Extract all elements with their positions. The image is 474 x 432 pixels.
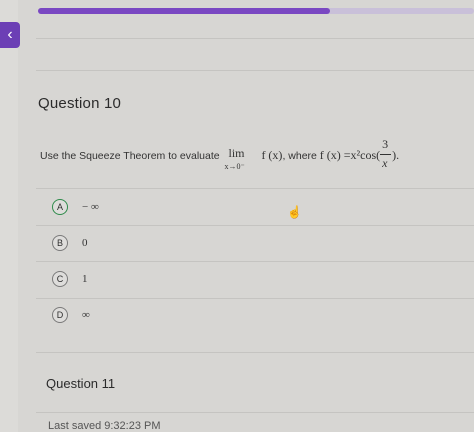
next-question-title: Question 11	[46, 376, 116, 391]
question-prompt: Use the Squeeze Theorem to evaluate lim …	[40, 137, 400, 171]
option-text-a: − ∞	[82, 201, 99, 213]
divider	[36, 188, 474, 189]
where-text: , where	[282, 150, 320, 162]
divider	[36, 38, 474, 39]
fraction: 3x	[380, 137, 392, 170]
option-b[interactable]: B 0	[36, 226, 474, 260]
question-title: Question 10	[38, 95, 122, 112]
option-letter-b: B	[52, 235, 68, 251]
function-label: f (x)	[261, 148, 283, 162]
progress-bar	[38, 8, 474, 14]
progress-fill	[38, 8, 331, 14]
back-button[interactable]: ‹	[0, 22, 20, 48]
option-letter-c: C	[52, 271, 68, 287]
last-saved-status: Last saved 9:32:23 PM	[48, 420, 161, 432]
divider	[36, 352, 474, 353]
lim-label: lim	[228, 146, 245, 160]
fraction-numerator: 3	[382, 137, 389, 151]
option-text-c: 1	[82, 273, 88, 285]
fraction-bar	[380, 154, 392, 155]
option-a[interactable]: A − ∞	[36, 190, 474, 224]
option-text-d: ∞	[82, 309, 90, 321]
divider	[36, 412, 474, 413]
hand-cursor-icon: ☝	[287, 205, 302, 219]
option-letter-a: A	[52, 199, 68, 215]
fraction-denominator: x	[382, 156, 388, 170]
prompt-text: Use the Squeeze Theorem to evaluate	[40, 150, 220, 162]
option-c[interactable]: C 1	[36, 262, 474, 296]
closing-paren: ).	[392, 148, 400, 162]
option-d[interactable]: D ∞	[36, 298, 474, 332]
function-definition: f (x) =x²cos(	[319, 148, 381, 162]
option-letter-d: D	[52, 307, 68, 323]
limit-expression: lim x→0⁻	[223, 146, 259, 171]
lim-subscript: x→0⁻	[224, 162, 245, 171]
chevron-left-icon: ‹	[7, 26, 13, 43]
option-text-b: 0	[82, 237, 88, 249]
divider	[36, 70, 474, 71]
left-rail	[0, 0, 18, 432]
